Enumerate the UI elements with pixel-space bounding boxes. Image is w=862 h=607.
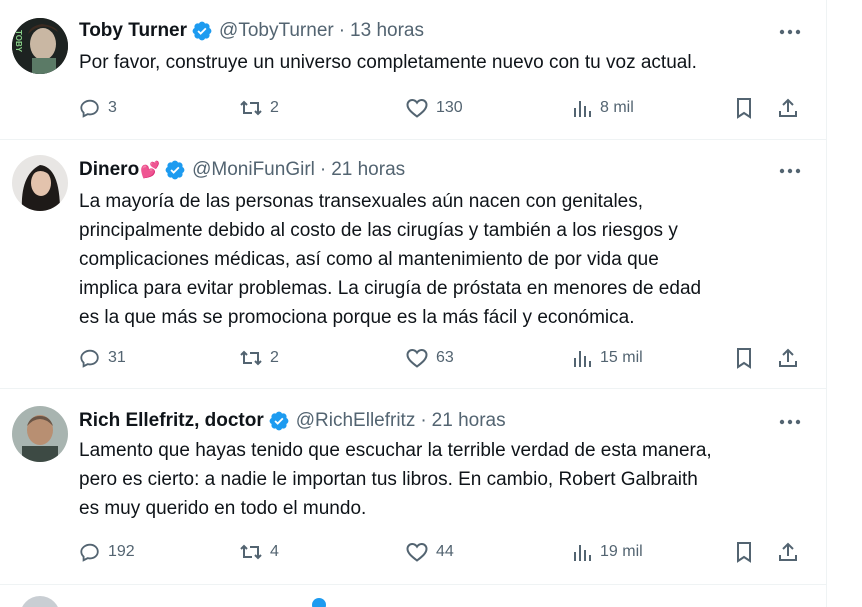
like-button[interactable]: 130 — [405, 94, 463, 122]
author-name[interactable]: Dinero — [79, 159, 139, 181]
views-button[interactable]: 19 mil — [571, 538, 643, 566]
like-icon — [406, 98, 428, 118]
retweet-icon — [240, 350, 262, 366]
separator-dot: · — [420, 410, 427, 431]
views-button[interactable]: 15 mil — [571, 344, 643, 372]
more-icon[interactable] — [776, 159, 804, 183]
reply-button[interactable]: 31 — [79, 344, 126, 372]
timestamp[interactable]: 13 horas — [350, 20, 424, 42]
avatar[interactable] — [12, 406, 68, 462]
views-count: 19 mil — [600, 543, 643, 560]
reply-icon — [80, 349, 99, 368]
more-icon[interactable] — [776, 20, 804, 44]
avatar[interactable] — [12, 155, 68, 211]
verified-icon — [164, 159, 186, 181]
bookmark-button[interactable] — [734, 94, 754, 122]
author-name[interactable]: Rich Ellefritz, doctor — [79, 410, 264, 432]
reply-icon — [80, 99, 99, 118]
reply-button[interactable]: 192 — [79, 538, 135, 566]
name-emoji: 💕 — [140, 162, 161, 179]
views-count: 15 mil — [600, 349, 643, 366]
share-icon — [779, 98, 797, 117]
retweet-count: 2 — [270, 99, 279, 116]
next-tweet-avatar[interactable] — [20, 596, 60, 607]
bookmark-button[interactable] — [734, 538, 754, 566]
avatar-text: TOBY — [14, 30, 23, 53]
avatar-image — [12, 155, 68, 211]
tweet[interactable]: TOBY Toby Turner @TobyTurner · 13 horas … — [0, 0, 826, 140]
like-button[interactable]: 44 — [405, 538, 454, 566]
retweet-count: 4 — [270, 543, 279, 560]
share-button[interactable] — [777, 94, 799, 122]
reply-count: 3 — [108, 99, 117, 116]
separator-dot: · — [338, 20, 346, 41]
views-icon — [574, 545, 591, 561]
tweet-text: La mayoría de las personas transexuales … — [79, 191, 702, 328]
tweet-header: Rich Ellefritz, doctor @RichEllefritz · … — [79, 408, 506, 434]
tweet-text: Por favor, construye un universo complet… — [79, 52, 697, 73]
verified-icon — [191, 20, 213, 42]
retweet-icon — [240, 100, 262, 116]
like-icon — [406, 542, 428, 562]
timestamp[interactable]: 21 horas — [331, 159, 405, 181]
tweet-actions: 3 2 130 8 mil — [79, 94, 809, 122]
author-name[interactable]: Toby Turner — [79, 20, 187, 42]
author-handle[interactable]: @MoniFunGirl — [192, 159, 315, 181]
reply-count: 31 — [108, 349, 126, 366]
retweet-icon — [240, 544, 262, 560]
tweet-actions: 192 4 44 19 mil — [79, 538, 809, 566]
avatar[interactable]: TOBY — [12, 18, 68, 74]
like-count: 63 — [436, 349, 454, 366]
reply-count: 192 — [108, 543, 135, 560]
views-icon — [574, 351, 591, 367]
reply-button[interactable]: 3 — [79, 94, 117, 122]
tweet[interactable]: Rich Ellefritz, doctor @RichEllefritz · … — [0, 388, 826, 585]
share-button[interactable] — [777, 344, 799, 372]
timeline-feed: TOBY Toby Turner @TobyTurner · 13 horas … — [0, 0, 827, 607]
author-handle[interactable]: @TobyTurner — [219, 20, 334, 42]
retweet-button[interactable]: 2 — [239, 344, 279, 372]
next-tweet-verified-icon — [312, 598, 326, 607]
tweet-header: Toby Turner @TobyTurner · 13 horas — [79, 18, 424, 44]
timestamp[interactable]: 21 horas — [432, 410, 506, 432]
like-count: 44 — [436, 543, 454, 560]
views-count: 8 mil — [600, 99, 634, 116]
avatar-image — [12, 406, 68, 462]
tweet-text: Lamento que hayas tenido que escuchar la… — [79, 440, 712, 519]
share-icon — [779, 542, 797, 561]
share-icon — [779, 348, 797, 367]
views-button[interactable]: 8 mil — [571, 94, 634, 122]
retweet-count: 2 — [270, 349, 279, 366]
bookmark-icon — [737, 542, 751, 563]
retweet-button[interactable]: 4 — [239, 538, 279, 566]
tweet[interactable]: Dinero 💕 @MoniFunGirl · 21 horas La mayo… — [0, 139, 826, 389]
like-count: 130 — [436, 99, 463, 116]
retweet-button[interactable]: 2 — [239, 94, 279, 122]
views-icon — [574, 101, 591, 117]
separator-dot: · — [319, 159, 327, 180]
share-button[interactable] — [777, 538, 799, 566]
bookmark-button[interactable] — [734, 344, 754, 372]
tweet-actions: 31 2 63 15 mil — [79, 344, 809, 372]
verified-icon — [268, 410, 290, 432]
like-icon — [406, 348, 428, 368]
author-handle[interactable]: @RichEllefritz — [296, 410, 416, 432]
more-icon[interactable] — [776, 410, 804, 434]
tweet-header: Dinero 💕 @MoniFunGirl · 21 horas — [79, 157, 405, 183]
bookmark-icon — [737, 348, 751, 369]
reply-icon — [80, 543, 99, 562]
bookmark-icon — [737, 98, 751, 119]
like-button[interactable]: 63 — [405, 344, 454, 372]
